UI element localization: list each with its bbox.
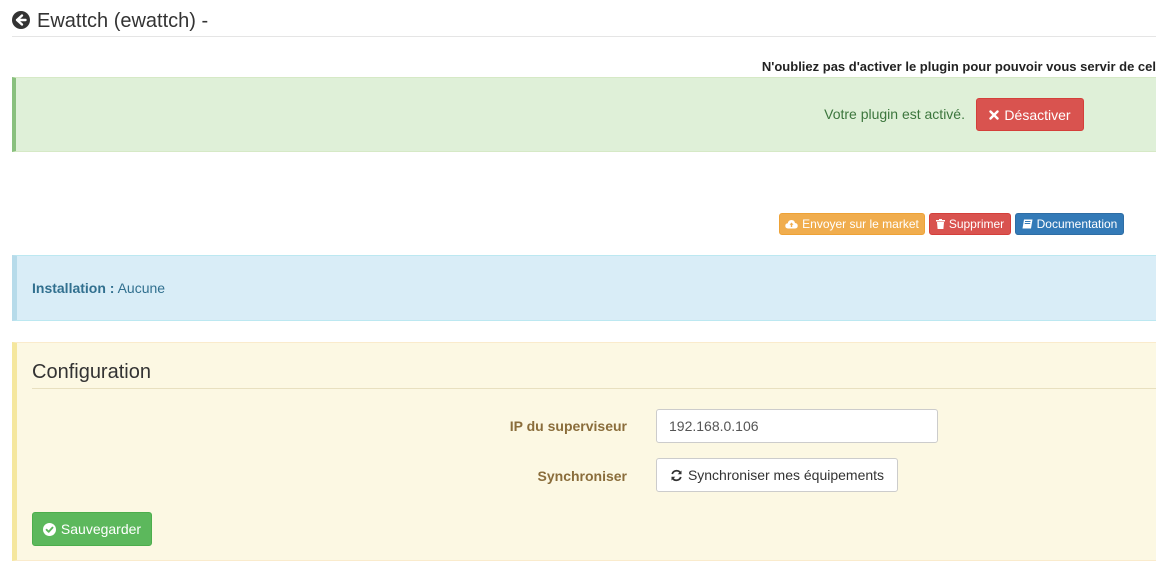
configuration-divider [32,388,1156,389]
installation-alert: Installation : Aucune [12,255,1156,321]
configuration-panel: Configuration IP du superviseur Synchron… [12,342,1156,561]
ip-input[interactable] [656,409,938,443]
activation-status: Votre plugin est activé. [824,106,965,122]
ip-label: IP du superviseur [509,418,627,434]
page-header: Ewattch (ewattch) - [12,8,1156,37]
market-label: Envoyer sur le market [802,217,919,231]
sync-button-label: Synchroniser mes équipements [687,467,885,483]
activation-notice: N'oubliez pas d'activer le plugin pour p… [761,59,1156,74]
delete-button[interactable]: Supprimer [929,213,1011,235]
refresh-icon [670,469,683,482]
documentation-button[interactable]: Documentation [1015,213,1124,235]
sync-button[interactable]: Synchroniser mes équipements [656,458,898,492]
deactivate-label: Désactiver [1004,106,1071,123]
check-circle-icon [42,522,56,536]
back-arrow-icon[interactable] [12,11,30,29]
close-icon [989,109,1000,120]
save-button[interactable]: Sauvegarder [32,512,152,546]
sync-label: Synchroniser [537,468,627,484]
deactivate-button[interactable]: Désactiver [976,98,1084,131]
cloud-upload-icon [785,219,798,229]
delete-label: Supprimer [948,217,1005,231]
installation-value: Aucune [117,280,166,296]
page-title: Ewattch (ewattch) - [37,10,209,32]
save-button-label: Sauvegarder [60,521,142,537]
send-to-market-button[interactable]: Envoyer sur le market [779,213,925,235]
activation-alert: Votre plugin est activé. Désactiver [12,77,1156,152]
installation-label: Installation : [32,280,115,296]
book-icon [1022,219,1033,229]
configuration-title: Configuration [32,361,151,383]
trash-icon [935,219,945,229]
doc-label: Documentation [1036,217,1118,231]
